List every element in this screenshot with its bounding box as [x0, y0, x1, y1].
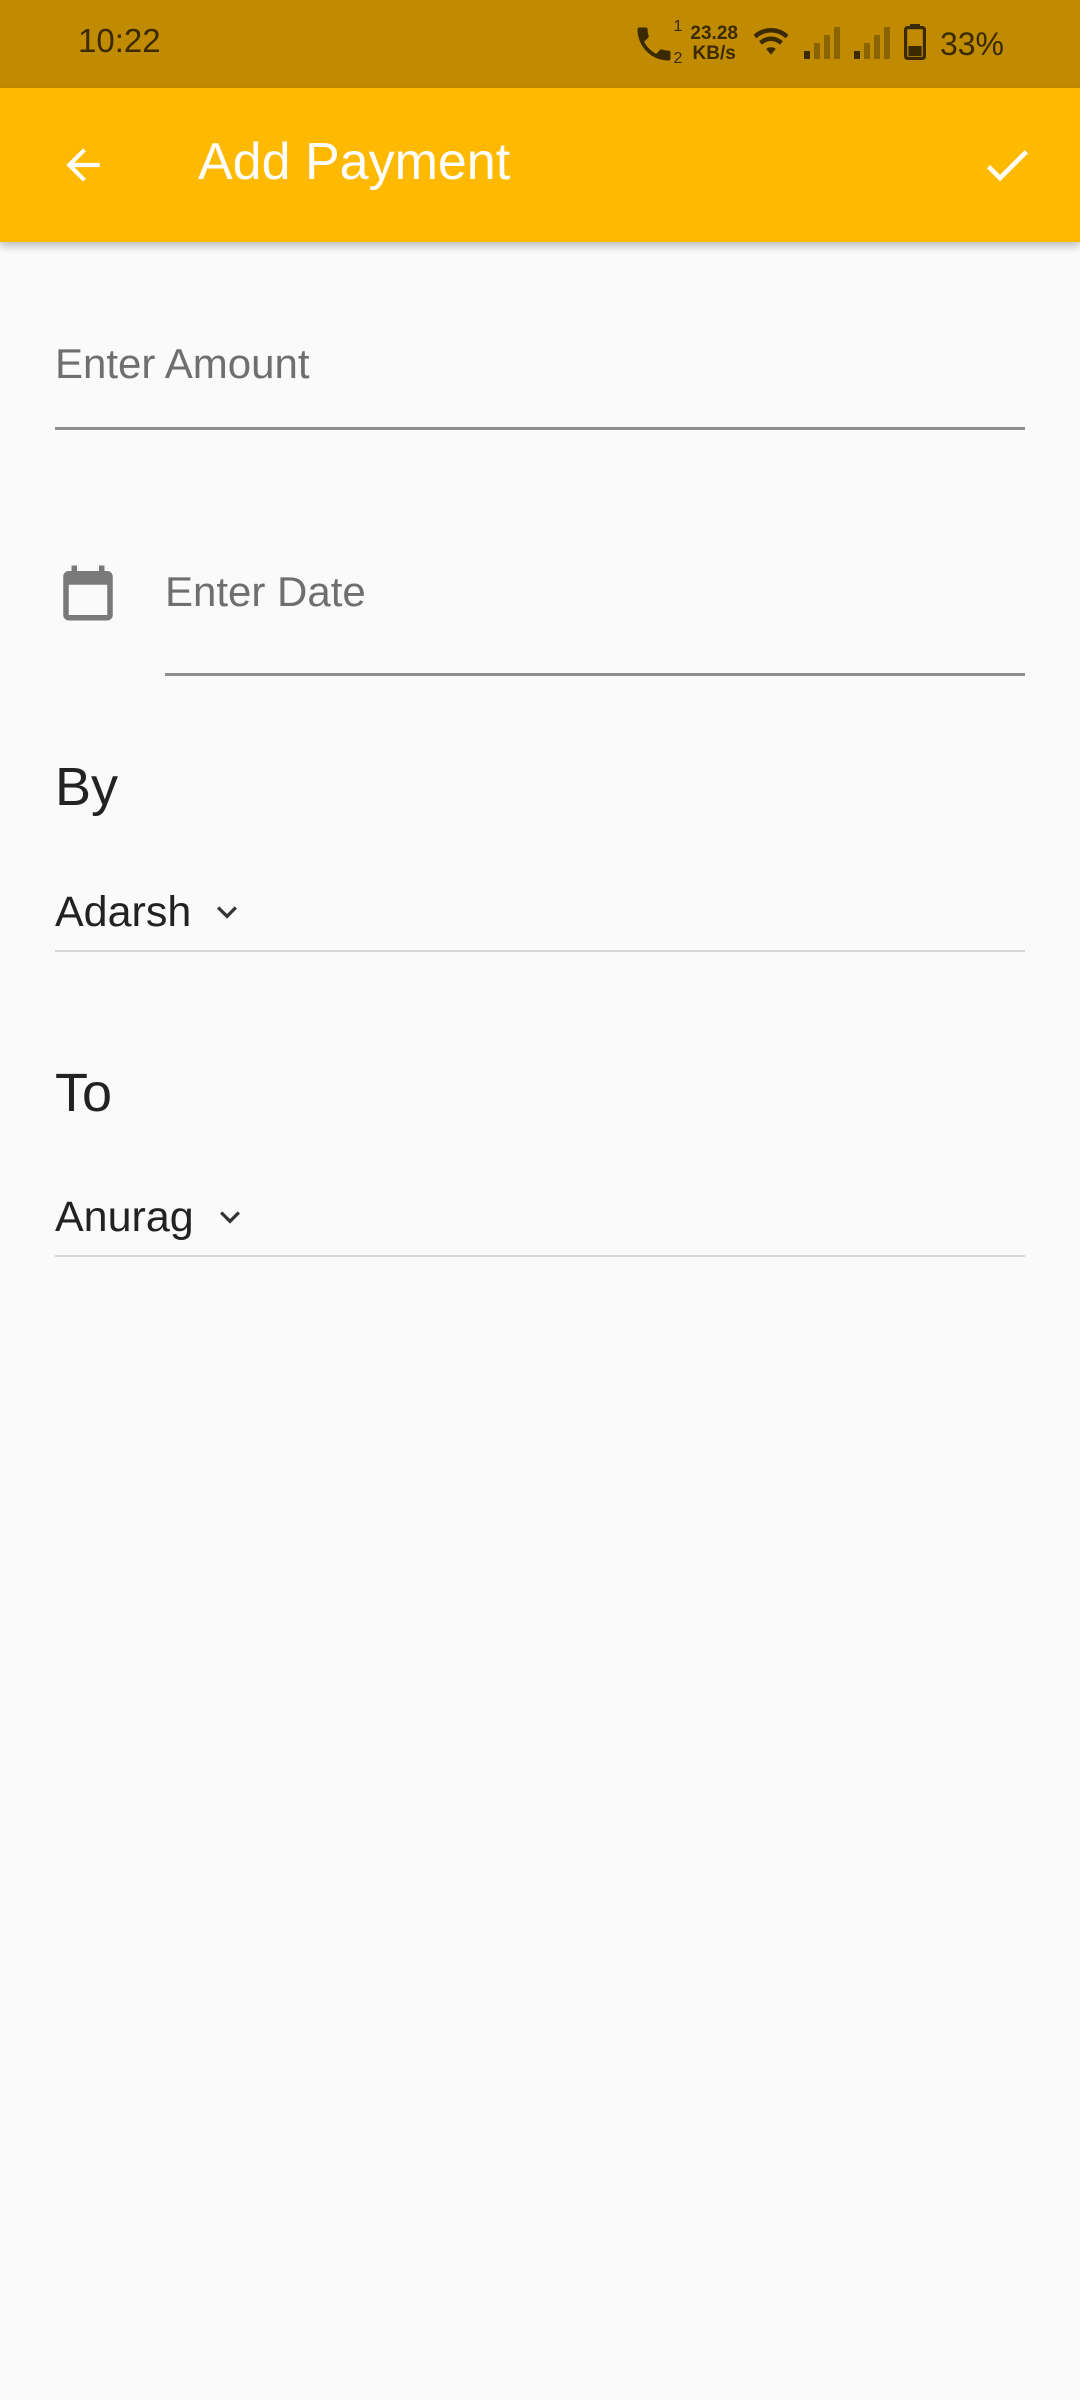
network-speed-unit: KB/s	[692, 43, 736, 64]
phone-call-icon: 1 2	[632, 18, 682, 67]
save-button[interactable]	[964, 122, 1050, 208]
app-bar: Add Payment	[0, 88, 1080, 242]
battery-icon	[903, 23, 926, 65]
chevron-down-icon	[217, 906, 238, 919]
by-label: By	[55, 757, 119, 817]
page-title: Add Payment	[198, 133, 511, 191]
to-dropdown[interactable]: Anurag	[55, 1177, 1025, 1257]
network-speed: 23.28 KB/s	[690, 24, 738, 64]
signal-2-icon	[853, 25, 890, 64]
date-input[interactable]	[165, 548, 1025, 616]
by-dropdown-value: Adarsh	[55, 887, 192, 936]
by-dropdown[interactable]: Adarsh	[55, 872, 1025, 952]
status-icons: 1 2 23.28 KB/s 33%	[632, 18, 1004, 70]
check-icon	[986, 150, 1028, 182]
amount-underline	[55, 427, 1025, 430]
date-underline	[165, 673, 1025, 676]
wifi-icon	[752, 25, 790, 64]
calendar-icon[interactable]	[55, 560, 121, 626]
sim-2-label: 2	[673, 50, 683, 67]
back-button[interactable]	[40, 122, 126, 208]
to-label: To	[55, 1063, 113, 1123]
to-dropdown-underline	[55, 1255, 1025, 1257]
amount-field[interactable]	[55, 320, 1025, 430]
signal-1-icon	[803, 25, 840, 64]
status-bar: 10:22 1 2 23.28 KB/s 33%	[0, 0, 1080, 88]
date-field[interactable]	[165, 548, 1025, 676]
amount-input[interactable]	[55, 320, 1025, 388]
to-dropdown-value: Anurag	[55, 1192, 194, 1241]
sim-1-label: 1	[673, 18, 683, 35]
by-dropdown-underline	[55, 950, 1025, 952]
battery-percent: 33%	[939, 25, 1004, 62]
arrow-back-icon	[66, 148, 100, 182]
status-time: 10:22	[78, 22, 161, 59]
network-speed-value: 23.28	[690, 23, 738, 44]
chevron-down-icon	[219, 1211, 240, 1224]
